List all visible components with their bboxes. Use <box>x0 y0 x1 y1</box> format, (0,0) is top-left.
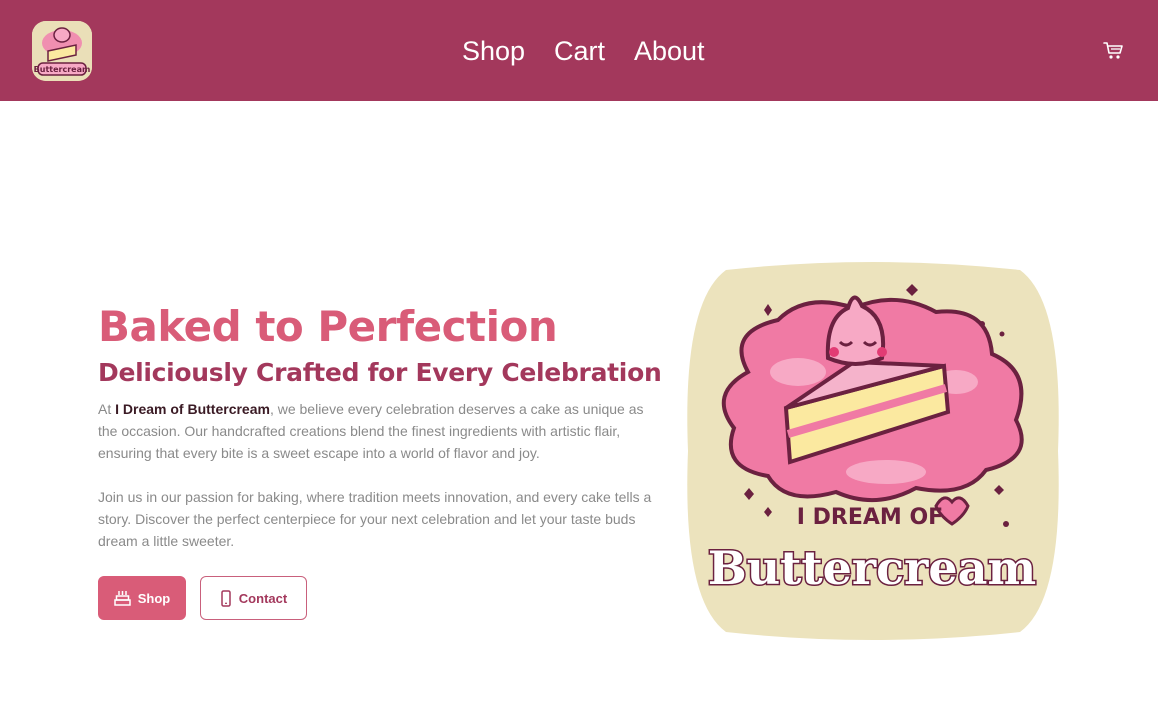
hero-text: Baked to Perfection Deliciously Crafted … <box>98 300 668 552</box>
brand-name: I Dream of Buttercream <box>115 401 270 417</box>
navbar: Buttercream Shop Cart About <box>0 0 1158 101</box>
hero-subtitle: Deliciously Crafted for Every Celebratio… <box>98 358 662 387</box>
shopping-cart-icon[interactable] <box>1102 40 1124 60</box>
contact-button[interactable]: Contact <box>200 576 307 620</box>
hero-paragraph-intro: At I Dream of Buttercream, we believe ev… <box>98 398 658 464</box>
phone-icon <box>221 589 231 607</box>
main-nav: Shop Cart About <box>0 0 1158 101</box>
image-line1: I DREAM OF <box>797 505 943 530</box>
nav-link-shop[interactable]: Shop <box>462 33 525 69</box>
image-line2: Buttercream <box>708 541 1036 595</box>
hero-title: Baked to Perfection <box>98 302 558 351</box>
shop-button[interactable]: Shop <box>98 576 186 620</box>
cake-icon <box>114 591 131 606</box>
contact-button-label: Contact <box>238 590 288 606</box>
nav-link-about[interactable]: About <box>634 33 705 69</box>
hero-cake-illustration: I DREAM OF Buttercream <box>686 262 1060 640</box>
intro-prefix: At <box>98 401 116 417</box>
shop-button-label: Shop <box>137 590 171 606</box>
nav-link-cart[interactable]: Cart <box>554 33 605 69</box>
hero-paragraph-join: Join us in our passion for baking, where… <box>98 489 652 549</box>
